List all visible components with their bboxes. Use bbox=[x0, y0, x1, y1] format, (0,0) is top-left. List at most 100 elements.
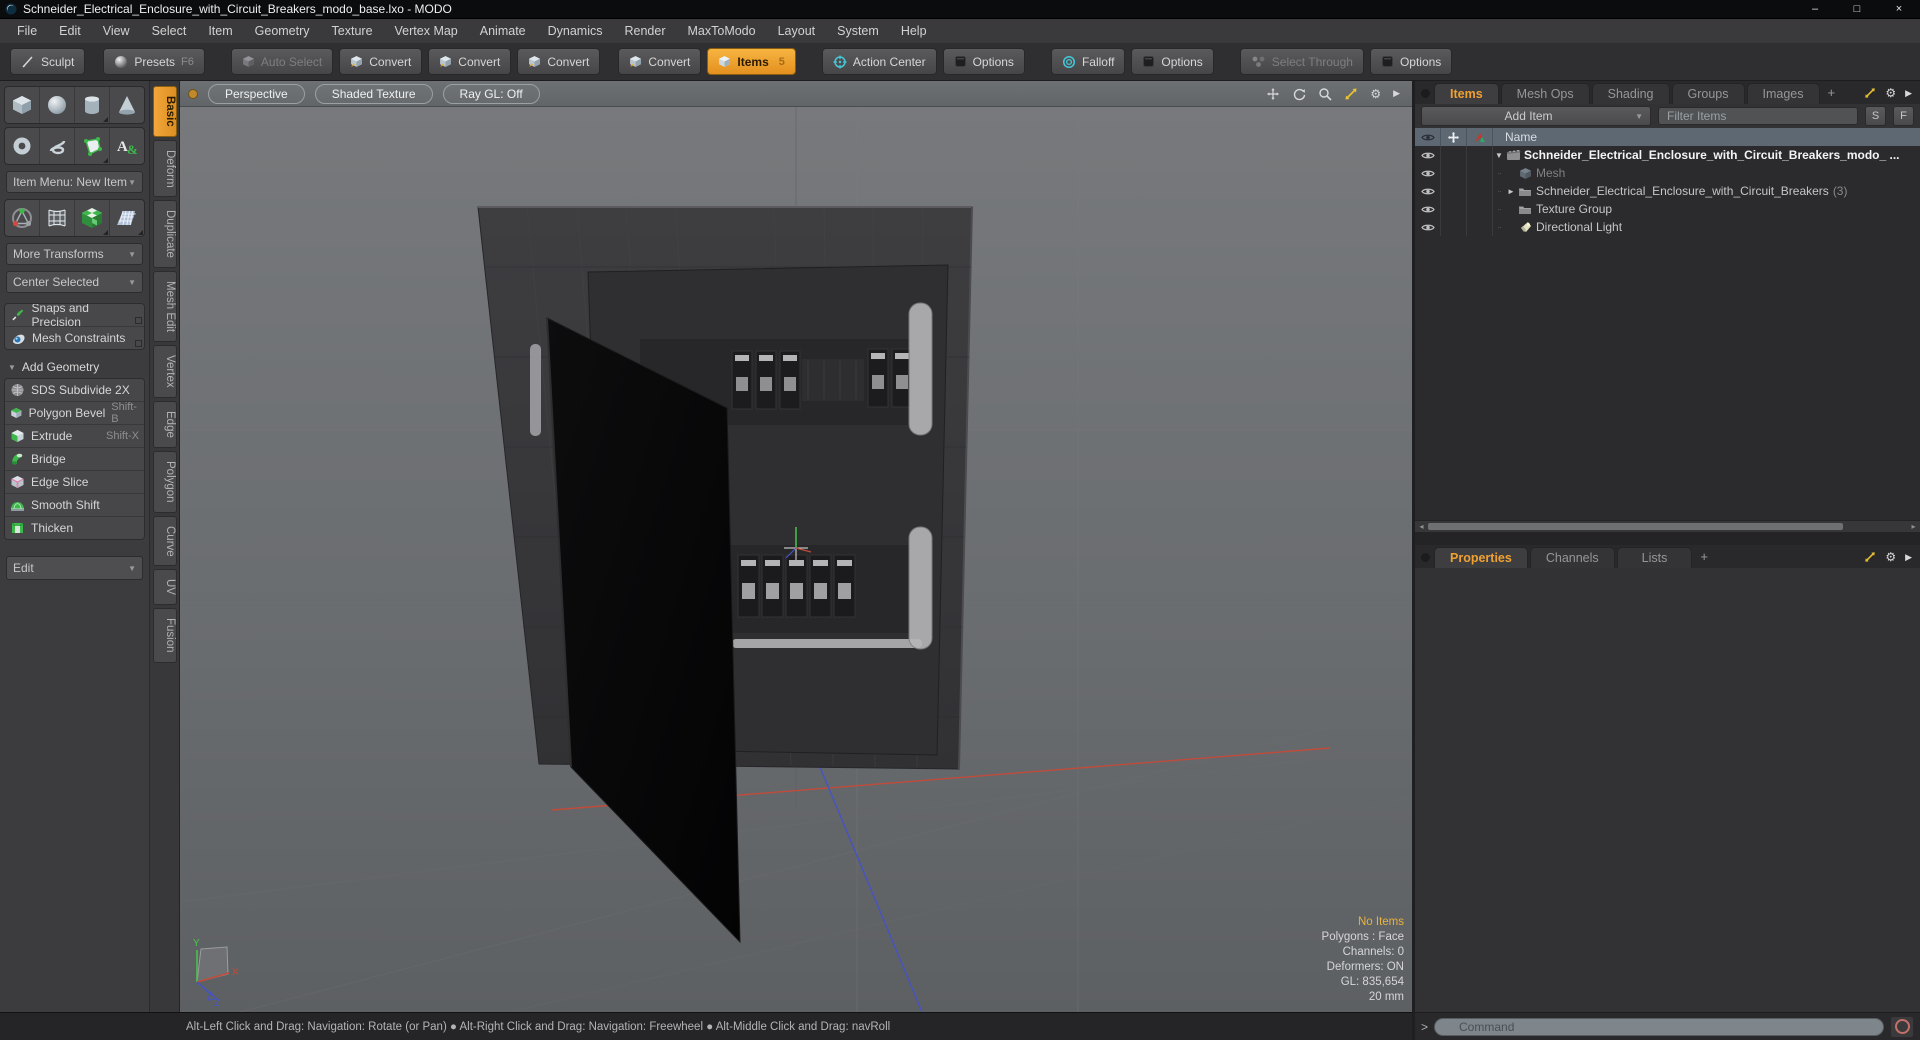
item-menu-dropdown[interactable]: Item Menu: New Item ▼ bbox=[6, 171, 143, 193]
tab-items[interactable]: Items bbox=[1434, 83, 1499, 104]
render-column-header[interactable] bbox=[1467, 128, 1493, 146]
lock-toggle[interactable] bbox=[1441, 200, 1467, 218]
side-tab-uv[interactable]: UV bbox=[153, 569, 177, 606]
menu-edit[interactable]: Edit bbox=[48, 19, 92, 43]
menu-help[interactable]: Help bbox=[890, 19, 938, 43]
action-center-options-button[interactable]: Options bbox=[942, 48, 1025, 75]
maximize-viewport-icon[interactable] bbox=[1344, 87, 1358, 101]
pen-tool-button[interactable] bbox=[75, 128, 110, 164]
menu-item[interactable]: Item bbox=[197, 19, 243, 43]
panel-settings-gear-icon[interactable]: ⚙ bbox=[1885, 551, 1896, 563]
tool-sds-subdivide[interactable]: SDS Subdivide 2X bbox=[5, 379, 144, 402]
panel-flyout-icon[interactable]: ▶ bbox=[1905, 88, 1912, 98]
minimize-button[interactable]: – bbox=[1794, 0, 1836, 18]
tab-channels[interactable]: Channels bbox=[1529, 547, 1615, 568]
scroll-left-icon[interactable]: ◂ bbox=[1415, 522, 1428, 531]
sculpt-button[interactable]: Sculpt bbox=[10, 48, 86, 75]
search-mode-button[interactable]: S bbox=[1865, 106, 1886, 126]
tab-shading[interactable]: Shading bbox=[1591, 83, 1670, 104]
torus-primitive-button[interactable] bbox=[5, 128, 40, 164]
command-history-button[interactable] bbox=[1890, 1015, 1914, 1038]
text-tool-button[interactable]: A & bbox=[110, 128, 144, 164]
visibility-toggle[interactable] bbox=[1415, 182, 1441, 200]
tab-mesh-ops[interactable]: Mesh Ops bbox=[1500, 83, 1590, 104]
side-tab-curve[interactable]: Curve bbox=[153, 515, 177, 567]
menu-select[interactable]: Select bbox=[141, 19, 198, 43]
filter-items-input[interactable] bbox=[1658, 107, 1858, 125]
item-tree-horizontal-scrollbar[interactable]: ◂ ▸ bbox=[1415, 520, 1920, 532]
tab-properties[interactable]: Properties bbox=[1434, 547, 1528, 568]
expand-arrow-icon[interactable]: ► bbox=[1505, 187, 1517, 196]
tab-images[interactable]: Images bbox=[1746, 83, 1820, 104]
menu-animate[interactable]: Animate bbox=[469, 19, 537, 43]
tree-row-enclosure-group[interactable]: ·· ► Schneider_Electrical_Enclosure_with… bbox=[1415, 182, 1920, 200]
falloff-options-button[interactable]: Options bbox=[1131, 48, 1214, 75]
tool-extrude[interactable]: Extrude Shift-X bbox=[5, 425, 144, 448]
tree-row-directional-light[interactable]: ·· Directional Light bbox=[1415, 218, 1920, 236]
scrollbar-thumb[interactable] bbox=[1428, 523, 1843, 530]
cone-primitive-button[interactable] bbox=[110, 87, 144, 123]
helix-primitive-button[interactable] bbox=[40, 128, 75, 164]
shading-mode-button[interactable]: Shaded Texture bbox=[314, 83, 433, 104]
lock-toggle[interactable] bbox=[1441, 182, 1467, 200]
side-tab-deform[interactable]: Deform bbox=[153, 139, 177, 198]
menu-dynamics[interactable]: Dynamics bbox=[537, 19, 614, 43]
viewport-state-dot[interactable] bbox=[188, 88, 198, 99]
camera-mode-button[interactable]: Perspective bbox=[208, 83, 305, 104]
snaps-and-precision-button[interactable]: Snaps and Precision bbox=[5, 304, 144, 329]
scroll-right-icon[interactable]: ▸ bbox=[1907, 522, 1920, 531]
tree-row-scene[interactable]: ▼ Schneider_Electrical_Enclosure_with_Ci… bbox=[1415, 146, 1920, 164]
render-toggle[interactable] bbox=[1467, 146, 1493, 164]
lock-toggle[interactable] bbox=[1441, 146, 1467, 164]
viewport-flyout-icon[interactable]: ▶ bbox=[1393, 89, 1400, 98]
convert-polygons-button[interactable]: Convert bbox=[517, 48, 601, 75]
render-toggle[interactable] bbox=[1467, 200, 1493, 218]
menu-texture[interactable]: Texture bbox=[321, 19, 384, 43]
cylinder-primitive-button[interactable] bbox=[75, 87, 110, 123]
edit-dropdown[interactable]: Edit ▼ bbox=[6, 556, 143, 580]
select-through-options-button[interactable]: Options bbox=[1369, 48, 1453, 75]
tool-edge-slice[interactable]: Edge Slice bbox=[5, 471, 144, 494]
instance-item-button[interactable] bbox=[75, 200, 110, 236]
menu-view[interactable]: View bbox=[92, 19, 141, 43]
visibility-toggle[interactable] bbox=[1415, 200, 1441, 218]
visibility-toggle[interactable] bbox=[1415, 218, 1441, 236]
maximize-button[interactable]: □ bbox=[1836, 0, 1878, 18]
center-selected-dropdown[interactable]: Center Selected ▼ bbox=[6, 271, 143, 293]
menu-file[interactable]: File bbox=[6, 19, 48, 43]
side-tab-polygon[interactable]: Polygon bbox=[153, 450, 177, 513]
add-item-dropdown[interactable]: Add Item ▼ bbox=[1421, 106, 1651, 126]
lock-toggle[interactable] bbox=[1441, 164, 1467, 182]
sphere-primitive-button[interactable] bbox=[40, 87, 75, 123]
expand-arrow-icon[interactable]: ▼ bbox=[1493, 151, 1505, 160]
tree-row-mesh[interactable]: ·· Mesh bbox=[1415, 164, 1920, 182]
pan-icon[interactable] bbox=[1266, 87, 1280, 101]
render-toggle[interactable] bbox=[1467, 182, 1493, 200]
tool-bridge[interactable]: Bridge bbox=[5, 448, 144, 471]
side-tab-vertex[interactable]: Vertex bbox=[153, 345, 177, 399]
raygl-toggle-button[interactable]: Ray GL: Off bbox=[442, 83, 540, 104]
rotate-icon[interactable] bbox=[1292, 87, 1306, 101]
command-input[interactable] bbox=[1434, 1017, 1884, 1036]
cube-primitive-button[interactable] bbox=[5, 87, 40, 123]
lock-toggle[interactable] bbox=[1441, 218, 1467, 236]
zoom-icon[interactable] bbox=[1318, 87, 1332, 101]
more-transforms-dropdown[interactable]: More Transforms ▼ bbox=[6, 243, 143, 265]
tab-groups[interactable]: Groups bbox=[1671, 83, 1745, 104]
locator-item-button[interactable] bbox=[5, 200, 40, 236]
menu-geometry[interactable]: Geometry bbox=[244, 19, 321, 43]
mesh-constraints-button[interactable]: Mesh Constraints bbox=[5, 327, 144, 349]
tab-lists[interactable]: Lists bbox=[1616, 547, 1693, 568]
add-geometry-section-header[interactable]: ▼ Add Geometry bbox=[4, 358, 145, 376]
maximize-panel-icon[interactable] bbox=[1864, 551, 1876, 563]
add-tab-button[interactable]: + bbox=[1828, 85, 1836, 100]
side-tab-duplicate[interactable]: Duplicate bbox=[153, 200, 177, 269]
close-button[interactable]: × bbox=[1878, 0, 1920, 18]
panel-divider[interactable] bbox=[1415, 532, 1920, 545]
viewport-settings-gear-icon[interactable]: ⚙ bbox=[1370, 88, 1381, 100]
menu-system[interactable]: System bbox=[826, 19, 890, 43]
select-through-button[interactable]: Select Through bbox=[1239, 48, 1364, 75]
convert-items-button[interactable]: Convert bbox=[618, 48, 702, 75]
ground-plane-item-button[interactable] bbox=[110, 200, 144, 236]
tool-smooth-shift[interactable]: Smooth Shift bbox=[5, 494, 144, 517]
